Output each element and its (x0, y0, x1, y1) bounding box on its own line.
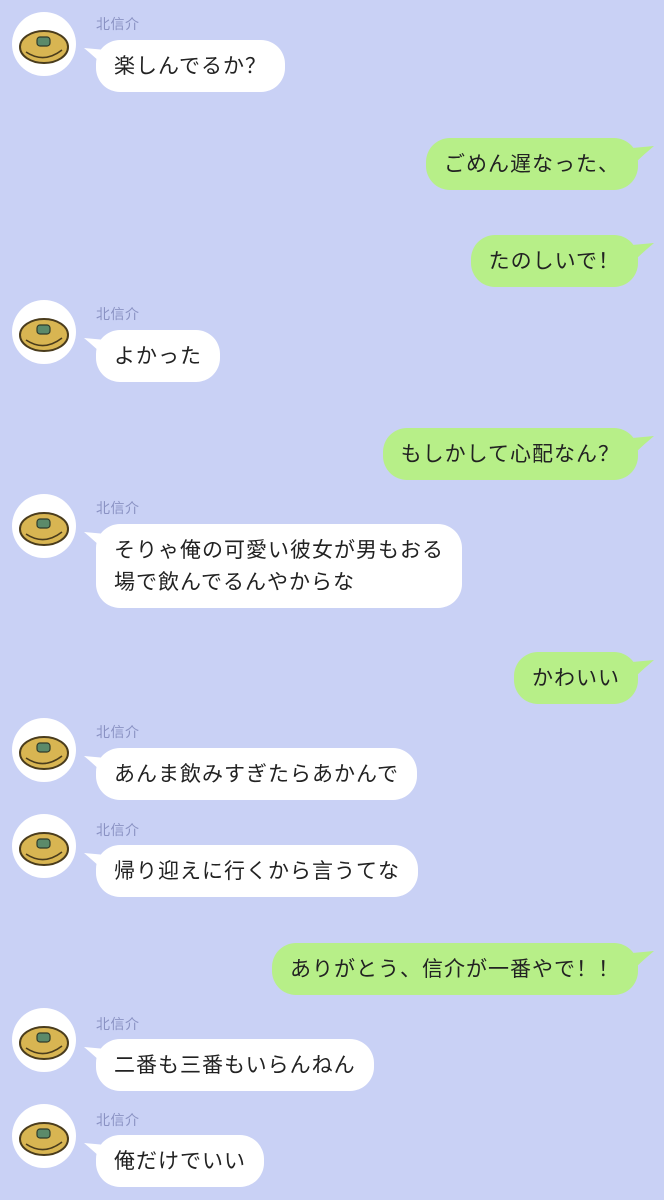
melon-pan-icon (19, 1122, 69, 1156)
message-text: 帰り迎えに行くから言うてな (114, 859, 400, 883)
message-text: かわいい (532, 666, 620, 690)
sender-name: 北信介 (96, 1113, 140, 1129)
sender-name: 北信介 (96, 725, 140, 741)
avatar[interactable] (12, 1104, 76, 1168)
message-text-line: そりゃ俺の可愛い彼女が男もおる (114, 538, 444, 562)
message-bubble[interactable]: よかった (96, 330, 220, 382)
sender-name: 北信介 (96, 823, 140, 839)
message-bubble[interactable]: 帰り迎えに行くから言うてな (96, 845, 418, 897)
message-text: よかった (114, 344, 202, 368)
avatar[interactable] (12, 1008, 76, 1072)
sender-name: 北信介 (96, 1017, 140, 1033)
message-bubble[interactable]: ありがとう、信介が一番やで！！ (272, 943, 638, 995)
message-bubble[interactable]: あんま飲みすぎたらあかんで (96, 748, 417, 800)
message-bubble[interactable]: 二番も三番もいらんねん (96, 1039, 374, 1091)
avatar[interactable] (12, 300, 76, 364)
sender-name: 北信介 (96, 307, 140, 323)
message-bubble[interactable]: たのしいで！ (470, 235, 638, 287)
melon-pan-icon (19, 1026, 69, 1060)
message-bubble[interactable]: そりゃ俺の可愛い彼女が男もおる 場で飲んでるんやからな (96, 524, 462, 608)
melon-pan-icon (19, 736, 69, 770)
message-bubble[interactable]: もしかして心配なん？ (382, 428, 638, 480)
message-text: もしかして心配なん？ (400, 442, 620, 466)
message-text: 楽しんでるか？ (114, 54, 267, 78)
message-bubble[interactable]: 俺だけでいい (96, 1135, 264, 1187)
avatar[interactable] (12, 12, 76, 76)
melon-pan-icon (19, 832, 69, 866)
melon-pan-icon (19, 30, 69, 64)
sender-name: 北信介 (96, 17, 140, 33)
chat-thread: 北信介 楽しんでるか？ ごめん遅なった、 たのしいで！ 北信介 よかった もしか… (0, 0, 664, 1200)
message-bubble[interactable]: 楽しんでるか？ (96, 40, 285, 92)
avatar[interactable] (12, 494, 76, 558)
message-text-line: 場で飲んでるんやからな (114, 570, 355, 594)
message-bubble[interactable]: ごめん遅なった、 (426, 138, 638, 190)
message-text: ごめん遅なった、 (444, 152, 620, 176)
avatar[interactable] (12, 814, 76, 878)
melon-pan-icon (19, 512, 69, 546)
melon-pan-icon (19, 318, 69, 352)
message-text: 俺だけでいい (114, 1149, 246, 1173)
message-text: たのしいで！ (488, 249, 620, 273)
avatar[interactable] (12, 718, 76, 782)
sender-name: 北信介 (96, 501, 140, 517)
message-text: ありがとう、信介が一番やで！！ (290, 957, 620, 981)
message-bubble[interactable]: かわいい (514, 652, 638, 704)
message-text: あんま飲みすぎたらあかんで (114, 762, 399, 786)
message-text: 二番も三番もいらんねん (114, 1053, 356, 1077)
